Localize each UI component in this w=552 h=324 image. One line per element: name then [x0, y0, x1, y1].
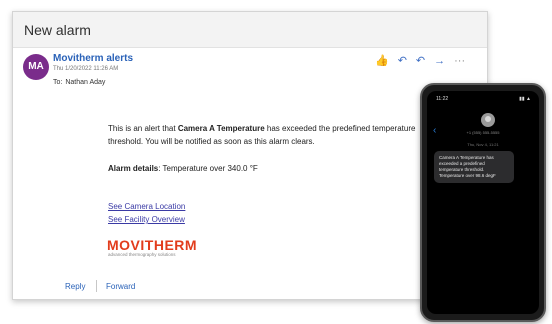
- message-actions: 👍 ↶ ↶ → ···: [375, 55, 465, 67]
- details-label: Alarm details: [108, 164, 159, 173]
- to-label: To:: [53, 79, 63, 86]
- sender-name[interactable]: Movitherm alerts: [53, 53, 133, 64]
- contact-number: +1 (555) 555-5555: [466, 130, 500, 135]
- window-title: New alarm: [24, 22, 91, 38]
- alert-message: This is an alert that Camera A Temperatu…: [108, 124, 416, 146]
- camera-location-link[interactable]: See Camera Location: [108, 202, 185, 211]
- recipient-line: To: Nathan Aday: [53, 79, 105, 86]
- like-icon[interactable]: 👍: [375, 55, 389, 67]
- divider: [96, 280, 97, 292]
- movitherm-logo: MOVITHERM: [107, 237, 198, 253]
- signal-icon: ▮▮ ▲: [519, 96, 531, 102]
- reply-icon[interactable]: ↶: [398, 55, 407, 67]
- phone-clock: 11:22: [436, 96, 449, 102]
- phone-screen: 11:22 ▮▮ ▲ ‹ +1 (555) 555-5555 Thu, Nov …: [427, 91, 539, 314]
- alarm-details: Alarm details: Temperature over 340.0 °F: [108, 164, 258, 173]
- message-date: Thu, Nov 4, 11:21: [467, 142, 499, 147]
- forward-icon[interactable]: →: [434, 55, 445, 67]
- details-value: : Temperature over 340.0 °F: [158, 164, 258, 173]
- forward-button[interactable]: Forward: [106, 282, 135, 291]
- reply-all-icon[interactable]: ↶: [416, 55, 425, 67]
- phone: 11:22 ▮▮ ▲ ‹ +1 (555) 555-5555 Thu, Nov …: [420, 83, 546, 322]
- facility-overview-link[interactable]: See Facility Overview: [108, 215, 185, 224]
- more-icon[interactable]: ···: [454, 55, 465, 67]
- title-bar: New alarm: [13, 12, 487, 48]
- sms-bubble: Camera A Temperature has exceeded a pred…: [434, 151, 514, 183]
- recipient-name: Nathan Aday: [65, 79, 106, 86]
- reply-button[interactable]: Reply: [65, 282, 85, 291]
- logo-tagline: advanced thermography solutions: [108, 252, 176, 257]
- sent-time: Thu 1/20/2022 11:26 AM: [53, 66, 119, 72]
- camera-name: Camera A Temperature: [177, 124, 265, 133]
- avatar: MA: [23, 54, 49, 80]
- contact-avatar-icon[interactable]: [481, 113, 495, 127]
- email-window: New alarm MA Movitherm alerts Thu 1/20/2…: [12, 11, 488, 300]
